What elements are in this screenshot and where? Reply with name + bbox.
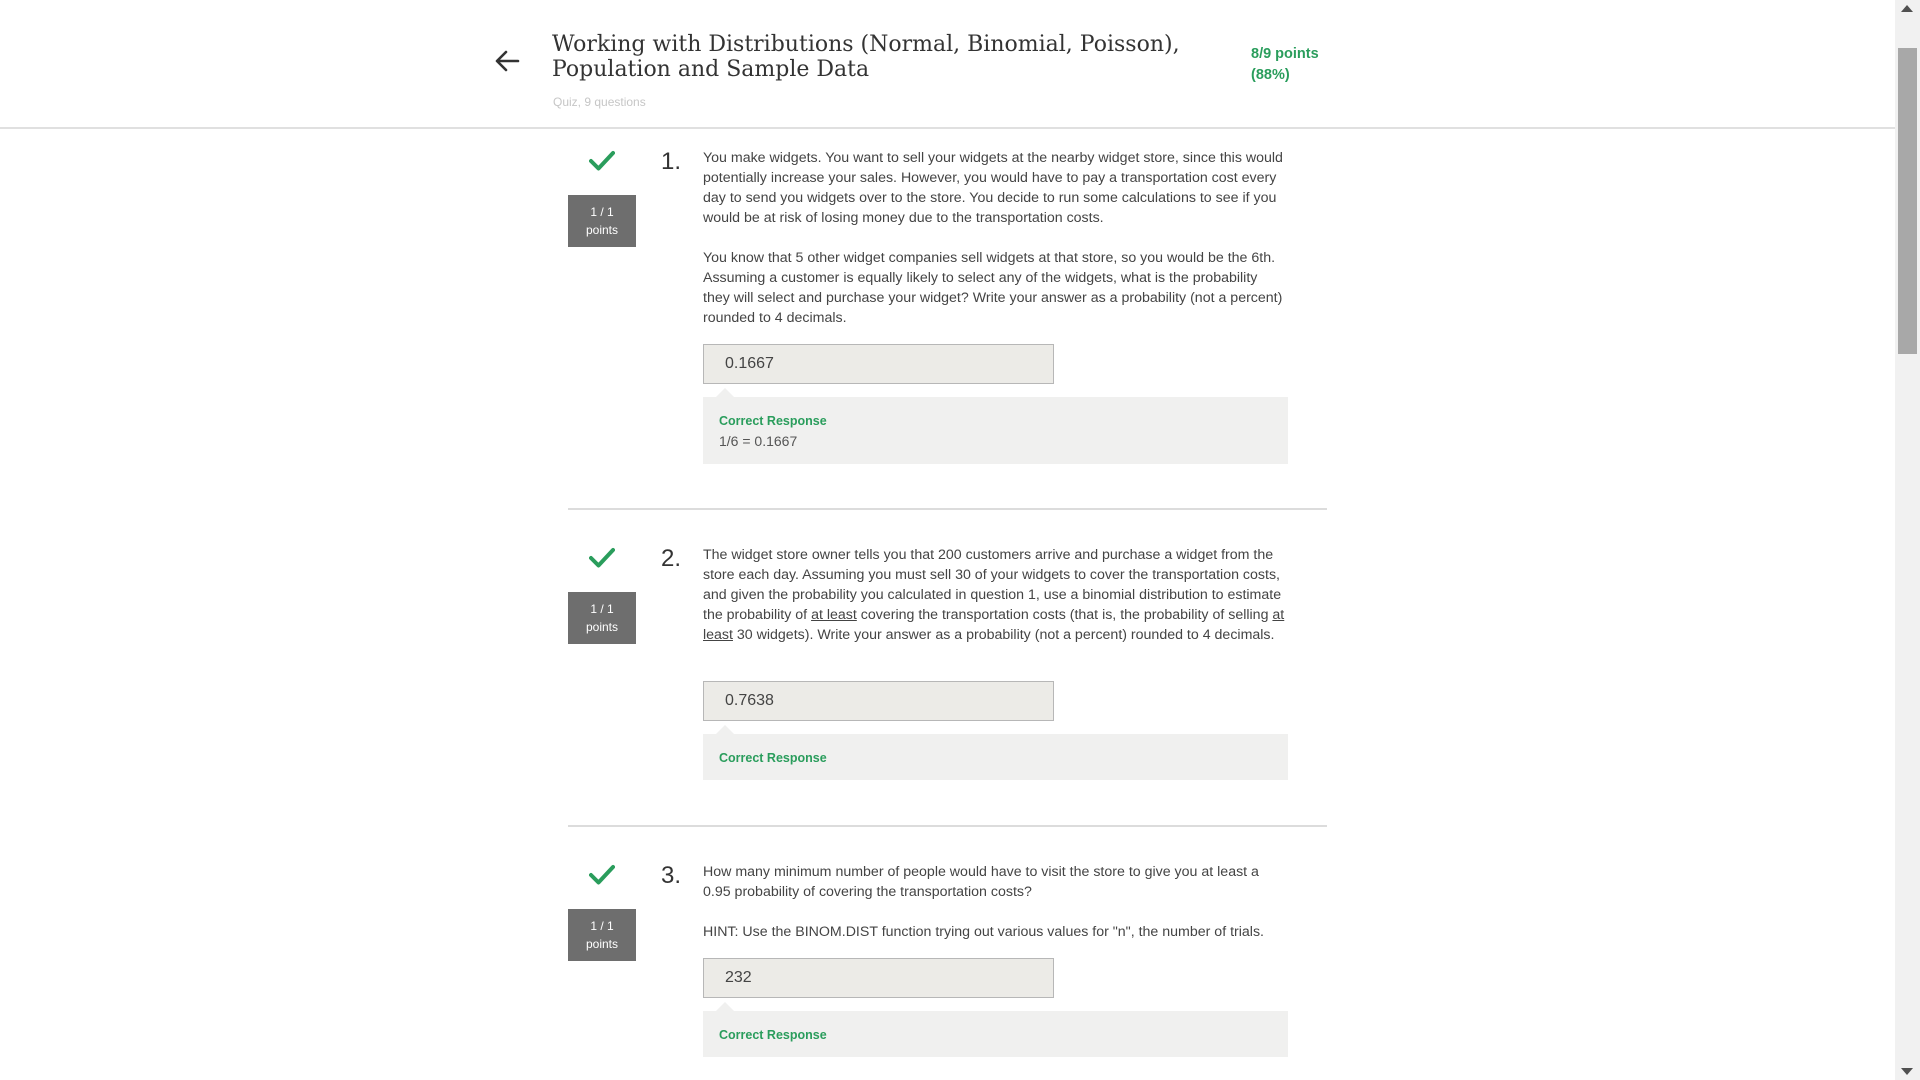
- question-text: How many minimum number of people would …: [703, 862, 1288, 942]
- answer-field[interactable]: 0.1667: [703, 344, 1054, 384]
- quiz-title: Working with Distributions (Normal, Bino…: [552, 32, 1180, 82]
- feedback-panel: Correct Response: [703, 725, 1288, 780]
- answer-field[interactable]: 0.7638: [703, 681, 1054, 721]
- feedback-label: Correct Response: [719, 1028, 827, 1042]
- feedback-panel: Correct Response 1/6 = 0.1667: [703, 388, 1288, 464]
- checkmark-icon: [589, 150, 615, 172]
- scrollbar-thumb[interactable]: [1898, 48, 1917, 354]
- back-button[interactable]: [494, 48, 520, 74]
- scroll-up-arrow-icon[interactable]: [1901, 5, 1913, 12]
- underlined-text: at least: [811, 607, 857, 623]
- question-number: 1.: [661, 148, 682, 175]
- score-points: 8/9 points: [1251, 46, 1319, 62]
- points-value: 1 / 1: [590, 919, 614, 933]
- feedback-panel: Correct Response: [703, 1002, 1288, 1057]
- answer-field[interactable]: 232: [703, 958, 1054, 998]
- score-percent: (88%): [1251, 67, 1290, 83]
- text-segment: covering the transportation costs (that …: [856, 607, 1273, 623]
- feedback-label: Correct Response: [719, 751, 827, 765]
- arrow-left-icon: [495, 50, 520, 72]
- question-paragraph: How many minimum number of people would …: [703, 864, 1259, 900]
- feedback-text: 1/6 = 0.1667: [719, 433, 798, 449]
- question-paragraph: HINT: Use the BINOM.DIST function trying…: [703, 924, 1264, 940]
- points-value: 1 / 1: [590, 602, 614, 616]
- question-divider: [568, 508, 1327, 510]
- question-number: 2.: [661, 545, 682, 572]
- question-divider: [568, 825, 1327, 827]
- points-label: points: [585, 223, 619, 237]
- question-text: The widget store owner tells you that 20…: [703, 545, 1288, 645]
- points-label: points: [585, 620, 619, 634]
- quiz-subtitle: Quiz, 9 questions: [553, 95, 646, 109]
- checkmark-icon: [589, 864, 615, 886]
- question-paragraph: You make widgets. You want to sell your …: [703, 150, 1283, 226]
- quiz-score: 8/9 points (88%): [1251, 44, 1319, 86]
- quiz-header: Working with Distributions (Normal, Bino…: [0, 0, 1895, 129]
- scroll-down-arrow-icon[interactable]: [1901, 1068, 1913, 1075]
- points-badge: 1 / 1 points: [568, 195, 636, 247]
- points-label: points: [585, 937, 619, 951]
- scrollbar[interactable]: [1895, 0, 1920, 1080]
- question-paragraph: You know that 5 other widget companies s…: [703, 250, 1283, 326]
- question-text: You make widgets. You want to sell your …: [703, 148, 1288, 328]
- checkmark-icon: [589, 547, 615, 569]
- feedback-label: Correct Response: [719, 414, 827, 428]
- text-segment: 30 widgets). Write your answer as a prob…: [732, 627, 1275, 643]
- question-number: 3.: [661, 862, 682, 889]
- points-value: 1 / 1: [590, 205, 614, 219]
- points-badge: 1 / 1 points: [568, 592, 636, 644]
- points-badge: 1 / 1 points: [568, 909, 636, 961]
- question-paragraph: The widget store owner tells you that 20…: [703, 545, 1288, 645]
